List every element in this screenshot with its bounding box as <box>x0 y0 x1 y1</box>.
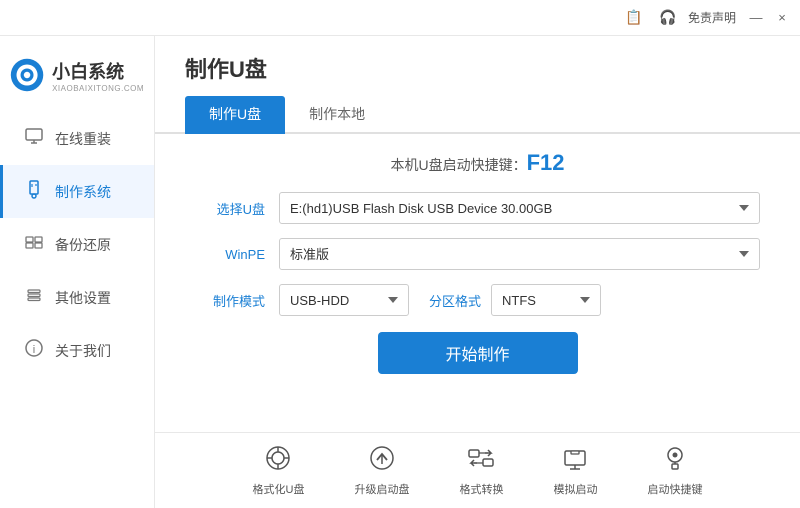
format-convert-icon <box>467 444 495 477</box>
bottom-tool-format-udisk[interactable]: 格式化U盘 <box>253 444 305 497</box>
winpe-label: WinPE <box>195 247 265 262</box>
sidebar-item-label-backup-restore: 备份还原 <box>55 235 111 255</box>
free-label[interactable]: 免责声明 <box>688 9 736 26</box>
tabs: 制作U盘 制作本地 <box>155 84 800 134</box>
sidebar-items: 在线重装 制作系统 <box>0 112 154 508</box>
minimize-button[interactable]: — <box>746 8 766 28</box>
format-convert-label: 格式转换 <box>459 481 503 497</box>
sidebar-item-label-online-reinstall: 在线重装 <box>55 129 111 149</box>
mode-partition-row: 制作模式 USB-HDD 分区格式 NTFS <box>195 284 760 316</box>
sidebar-item-about-us[interactable]: i 关于我们 <box>0 324 154 377</box>
logo-text: 小白系统 XIAOBAIXITONG.COM <box>52 58 144 93</box>
format-udisk-label: 格式化U盘 <box>253 481 305 497</box>
partition-label: 分区格式 <box>429 291 481 310</box>
content-area: 制作U盘 制作U盘 制作本地 本机U盘启动快捷键：F12 选择U盘 E:(hd1… <box>155 36 800 508</box>
make-system-icon <box>23 179 45 204</box>
sidebar-item-label-about-us: 关于我们 <box>55 341 111 361</box>
shortcut-hint: 本机U盘启动快捷键：F12 <box>195 150 760 176</box>
shortcut-key-label: 启动快捷键 <box>647 481 702 497</box>
tab-make-udisk[interactable]: 制作U盘 <box>185 96 285 134</box>
winpe-select[interactable]: 标准版 <box>279 238 760 270</box>
bottom-tool-upgrade-boot[interactable]: 升级启动盘 <box>354 444 409 497</box>
upgrade-boot-label: 升级启动盘 <box>354 481 409 497</box>
sidebar-item-make-system[interactable]: 制作系统 <box>0 165 154 218</box>
mode-label: 制作模式 <box>195 291 265 310</box>
start-button[interactable]: 开始制作 <box>378 332 578 374</box>
sidebar-item-label-make-system: 制作系统 <box>55 182 111 202</box>
logo-area: 小白系统 XIAOBAIXITONG.COM <box>0 46 154 112</box>
sidebar-item-backup-restore[interactable]: 备份还原 <box>0 218 154 271</box>
logo-sub-text: XIAOBAIXITONG.COM <box>52 84 144 93</box>
partition-select[interactable]: NTFS <box>491 284 601 316</box>
format-udisk-icon <box>264 444 292 477</box>
bottom-toolbar: 格式化U盘 升级启动盘 <box>155 432 800 508</box>
svg-text:i: i <box>33 344 35 356</box>
udisk-select[interactable]: E:(hd1)USB Flash Disk USB Device 30.00GB <box>279 192 760 224</box>
backup-restore-icon <box>23 232 45 257</box>
about-us-icon: i <box>23 338 45 363</box>
simulate-boot-label: 模拟启动 <box>553 481 597 497</box>
title-bar: 📋 🎧 免责声明 — × <box>0 0 800 36</box>
online-reinstall-icon <box>23 126 45 151</box>
bottom-tool-format-convert[interactable]: 格式转换 <box>459 444 503 497</box>
page-title: 制作U盘 <box>155 36 800 84</box>
shortcut-key-icon <box>661 444 689 477</box>
tab-make-local[interactable]: 制作本地 <box>285 96 389 134</box>
app-logo <box>10 54 44 96</box>
mode-select[interactable]: USB-HDD <box>279 284 409 316</box>
shortcut-prefix: 本机U盘启动快捷键： <box>390 157 526 173</box>
simulate-boot-icon <box>561 444 589 477</box>
close-button[interactable]: × <box>772 8 792 28</box>
bottom-tool-shortcut-key[interactable]: 启动快捷键 <box>647 444 702 497</box>
upgrade-boot-icon <box>368 444 396 477</box>
other-settings-icon <box>23 285 45 310</box>
sidebar-item-other-settings[interactable]: 其他设置 <box>0 271 154 324</box>
shortcut-key: F12 <box>527 150 565 175</box>
form-content: 本机U盘启动快捷键：F12 选择U盘 E:(hd1)USB Flash Disk… <box>155 134 800 432</box>
main-wrapper: 小白系统 XIAOBAIXITONG.COM 在线重装 <box>0 36 800 508</box>
winpe-row: WinPE 标准版 <box>195 238 760 270</box>
logo-main-text: 小白系统 <box>52 58 144 84</box>
udisk-row: 选择U盘 E:(hd1)USB Flash Disk USB Device 30… <box>195 192 760 224</box>
title-bar-icons: 📋 🎧 免责声明 — × <box>620 4 792 32</box>
sidebar-item-label-other-settings: 其他设置 <box>55 288 111 308</box>
sidebar: 小白系统 XIAOBAIXITONG.COM 在线重装 <box>0 36 155 508</box>
bottom-tool-simulate-boot[interactable]: 模拟启动 <box>553 444 597 497</box>
feedback-icon[interactable]: 📋 <box>620 4 648 32</box>
sidebar-item-online-reinstall[interactable]: 在线重装 <box>0 112 154 165</box>
support-icon[interactable]: 🎧 <box>654 4 682 32</box>
udisk-label: 选择U盘 <box>195 199 265 218</box>
